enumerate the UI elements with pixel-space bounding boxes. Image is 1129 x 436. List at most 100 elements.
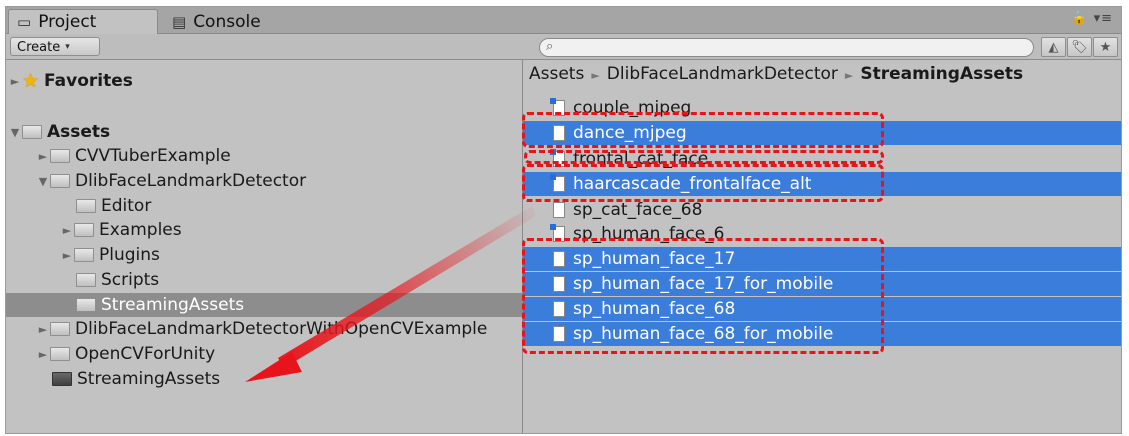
tab-project[interactable]: ▭ Project [8,9,158,34]
lock-menu-icon[interactable]: 🔒 ▾≡ [1071,11,1113,26]
breadcrumb: Assets ► DlibFaceLandmarkDetector ► Streamin… [529,64,1023,84]
file-item-selected[interactable]: haarcascade_frontalface_alt [523,172,1121,196]
breadcrumb-item[interactable]: Assets [529,64,584,84]
file-icon [553,202,565,218]
folder-icon: ▭ [17,13,32,31]
chevron-down-icon: ▾ [65,42,70,52]
file-icon [553,326,565,342]
file-item[interactable]: sp_human_face_6 [523,222,1121,246]
tree-label: Examples [99,220,182,240]
collapse-triangle-icon[interactable]: ▼ [36,175,50,188]
expand-triangle-icon[interactable]: ► [60,224,74,237]
expand-triangle-icon[interactable]: ► [36,348,50,361]
file-name: sp_human_face_6 [573,224,725,244]
tree-label: Plugins [99,245,160,265]
file-list-pane: Assets ► DlibFaceLandmarkDetector ► Streamin… [523,60,1121,433]
file-item[interactable]: sp_cat_face_68 [523,198,1121,222]
file-name: sp_human_face_17_for_mobile [573,274,834,294]
breadcrumb-separator-icon: ► [591,69,600,82]
file-icon [550,98,565,116]
tree-item[interactable]: Editor [76,194,151,218]
favorite-star-icon[interactable]: ★ [1093,37,1118,57]
tree-favorites[interactable]: ► ★ Favorites [8,69,133,93]
folder-icon [50,149,70,163]
file-icon [553,276,565,292]
toolbar: Create ▾ ⌕ ◭ 🏷 ★ [6,34,1121,60]
file-name: sp_human_face_68_for_mobile [573,324,834,344]
file-name: sp_human_face_68 [573,299,736,319]
star-icon: ★ [22,70,40,92]
folder-icon [52,372,72,386]
search-icon: ⌕ [546,39,554,54]
file-item-selected[interactable]: dance_mjpeg [523,121,1121,145]
file-name: sp_cat_face_68 [573,200,703,220]
file-icon [550,224,565,242]
tab-console[interactable]: ▤ Console [164,9,314,34]
tree-assets[interactable]: ▼ Assets [8,120,110,144]
tree-label: OpenCVForUnity [75,344,216,364]
console-icon: ▤ [172,12,187,31]
file-icon [553,125,565,141]
tree-label: Editor [101,196,152,216]
file-item-selected[interactable]: sp_human_face_17 [523,247,1121,271]
tree-label: StreamingAssets [101,295,245,315]
tree-item[interactable]: StreamingAssets [52,367,220,391]
project-window: ▭ Project ▤ Console 🔒 ▾≡ Create ▾ ⌕ ◭ 🏷 … [5,6,1122,434]
create-label: Create [17,39,61,55]
folder-icon [76,199,96,213]
tree-item[interactable]: ► CVVTuberExample [36,144,231,168]
file-name: dance_mjpeg [573,123,687,143]
tree-label: Favorites [44,71,133,91]
filter-by-type-icon[interactable]: ◭ [1041,37,1066,57]
file-item-selected[interactable]: sp_human_face_68_for_mobile [523,322,1121,346]
tree-label: Scripts [101,270,160,290]
folder-icon [50,174,70,188]
file-item-selected[interactable]: sp_human_face_17_for_mobile [523,272,1121,296]
tab-label: Project [38,12,97,32]
breadcrumb-separator-icon: ► [844,69,854,82]
expand-triangle-icon[interactable]: ► [36,150,50,163]
file-icon [550,149,565,167]
tree-item[interactable]: ► Plugins [60,243,160,267]
tree-item-selected[interactable]: StreamingAssets [6,293,522,317]
expand-triangle-icon[interactable]: ► [8,75,22,88]
file-name: couple_mjpeg [573,98,692,118]
file-icon [553,251,565,267]
folder-tree: ► ★ Favorites ▼ Assets ► CVVTuberExample… [6,60,522,433]
tree-label: DlibFaceLandmarkDetectorWithOpenCVExampl… [75,319,488,339]
file-name: haarcascade_frontalface_alt [573,174,812,194]
expand-triangle-icon[interactable]: ► [36,323,50,336]
file-icon [550,174,565,192]
expand-triangle-icon[interactable]: ► [60,249,74,262]
folder-icon [50,347,70,361]
label-tag-icon[interactable]: 🏷 [1067,37,1092,57]
file-icon [553,301,565,317]
tree-label: StreamingAssets [77,369,221,389]
folder-icon [22,125,42,139]
tree-label: Assets [47,122,111,142]
file-name: frontal_cat_face [573,149,709,169]
tab-label: Console [193,11,261,32]
tree-label: CVVTuberExample [75,146,231,166]
tree-item[interactable]: ► DlibFaceLandmarkDetectorWithOpenCVExam… [36,317,488,341]
file-item[interactable]: frontal_cat_face [523,147,1121,171]
file-item[interactable]: couple_mjpeg [523,96,1121,120]
breadcrumb-item[interactable]: DlibFaceLandmarkDetector [607,64,838,84]
collapse-triangle-icon[interactable]: ▼ [8,126,22,139]
tree-label: DlibFaceLandmarkDetector [75,171,307,191]
file-item-selected[interactable]: sp_human_face_68 [523,297,1121,321]
tree-item[interactable]: ► Examples [60,218,182,242]
file-name: sp_human_face_17 [573,249,736,269]
tree-item[interactable]: ► OpenCVForUnity [36,342,215,366]
folder-icon [76,273,96,287]
tab-bar: ▭ Project ▤ Console 🔒 ▾≡ [6,7,1121,34]
folder-icon [74,248,94,262]
tree-item[interactable]: Scripts [76,268,159,292]
breadcrumb-current[interactable]: StreamingAssets [860,64,1023,84]
folder-icon [74,223,94,237]
create-button[interactable]: Create ▾ [10,37,100,56]
search-input[interactable]: ⌕ [539,38,1034,57]
folder-icon [76,298,96,312]
folder-icon [50,322,70,336]
tree-item[interactable]: ▼ DlibFaceLandmarkDetector [36,169,306,193]
